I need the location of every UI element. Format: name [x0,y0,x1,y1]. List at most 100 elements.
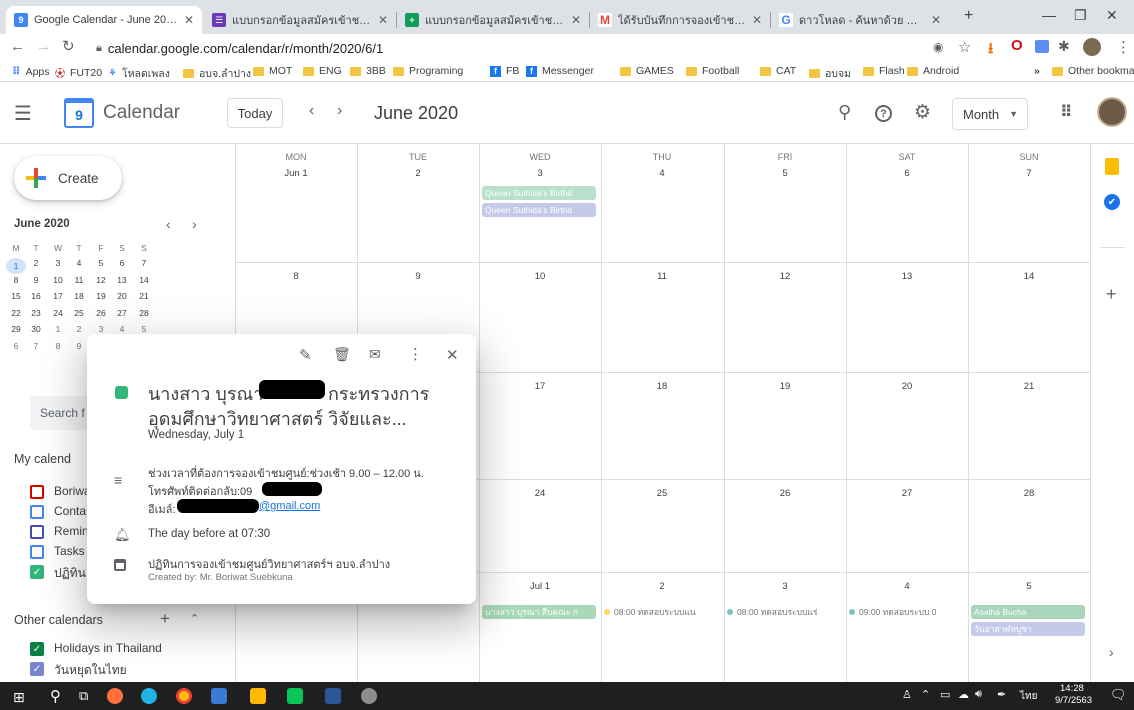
mini-chevron-left-icon[interactable]: ‹ [166,216,171,232]
tab-google-calendar[interactable]: 9 Google Calendar - June 2020 ✕ [6,6,202,34]
close-tab-icon[interactable]: ✕ [931,13,941,27]
close-tab-icon[interactable]: ✕ [184,13,194,27]
mini-calendar-day[interactable]: 28 [134,308,154,318]
word-icon[interactable] [325,688,341,704]
checkbox-checked-icon[interactable]: ✓ [30,565,44,579]
mini-calendar-day[interactable]: 21 [134,291,154,301]
checkbox-unchecked-icon[interactable] [30,525,44,539]
add-calendar-icon[interactable]: + [160,609,170,629]
mini-calendar-day[interactable]: 3 [48,258,68,268]
star-icon[interactable]: ☆ [958,38,971,56]
mini-calendar-day[interactable]: 23 [26,308,46,318]
mini-calendar-day[interactable]: 27 [112,308,132,318]
main-menu-icon[interactable]: ☰ [14,101,32,126]
day-number[interactable]: Jun 1 [235,168,357,179]
day-number[interactable]: 4 [601,168,723,179]
bookmark-folder[interactable]: Flash [863,65,905,77]
mini-calendar-day[interactable]: 1 [6,258,26,274]
mini-calendar-day[interactable]: 18 [69,291,89,301]
input-language[interactable]: ไทย [1020,689,1037,704]
mini-calendar-day[interactable]: 12 [91,275,111,285]
tab-gmail[interactable]: M ได้รับบันทึกการจองเข้าชมศูนย์วิทยาศาส … [590,6,770,34]
edit-pencil-icon[interactable]: ✎ [299,346,312,364]
opera-extension-icon[interactable]: O [1011,37,1023,54]
mini-calendar-day[interactable]: 6 [6,341,26,351]
day-number[interactable]: 3 [479,168,601,179]
checkbox-checked-icon[interactable]: ✓ [30,662,44,676]
address-bar[interactable]: 🔒︎ calendar.google.com/calendar/r/month/… [96,36,961,60]
mini-calendar-day[interactable]: 5 [134,324,154,334]
bookmark-folder[interactable]: 3BB [350,65,386,77]
minimize-icon[interactable]: — [1042,7,1056,23]
day-number[interactable]: 6 [846,168,968,179]
day-number[interactable]: 19 [724,381,846,392]
day-number[interactable]: 10 [479,271,601,282]
mini-calendar-day[interactable]: 7 [26,341,46,351]
mini-calendar-day[interactable]: 5 [91,258,111,268]
bookmark-folder[interactable]: Football [686,65,739,77]
mini-calendar-day[interactable]: 9 [69,341,89,351]
bookmark-apps[interactable]: ⠿ Apps [12,65,50,79]
bookmark-fut20[interactable]: ⚽︎ FUT20 [55,65,102,81]
event-chip[interactable]: วันอาสาฬหบูชา [971,622,1085,636]
people-icon[interactable]: ♙ [902,688,912,701]
chrome-icon[interactable] [176,688,192,704]
mini-calendar-day[interactable]: 10 [48,275,68,285]
bookmark-messenger[interactable]: f Messenger [526,65,594,77]
mini-calendar-day[interactable]: 8 [48,341,68,351]
get-addons-plus-icon[interactable]: + [1106,284,1117,305]
today-button[interactable]: Today [227,98,283,128]
edge-icon[interactable] [141,688,157,704]
email-link[interactable]: @gmail.com [259,500,320,512]
mini-calendar-day[interactable]: 2 [26,258,46,268]
day-number[interactable]: 14 [968,271,1090,282]
close-tab-icon[interactable]: ✕ [378,13,388,27]
back-arrow-icon[interactable]: ← [10,38,25,55]
expand-panel-icon[interactable]: › [1109,644,1114,660]
file-explorer-icon[interactable] [250,688,266,704]
taskbar-search-icon[interactable]: ⚲ [50,687,61,705]
search-icon[interactable]: ⚲ [838,102,851,123]
bookmark-folder[interactable]: ENG [303,65,342,77]
paint-icon[interactable] [361,688,377,704]
bookmark-other[interactable]: Other bookmarks [1052,65,1134,77]
bookmark-folder[interactable]: MOT [253,65,292,77]
tab-google-search[interactable]: G ดาวโหลด - ค้นหาด้วย Google ✕ [771,6,949,34]
mini-chevron-right-icon[interactable]: › [192,216,197,232]
mini-calendar-day[interactable]: 22 [6,308,26,318]
account-avatar[interactable] [1097,97,1127,127]
day-number[interactable]: 7 [968,168,1090,179]
my-calendars-title[interactable]: My calend [14,452,71,466]
close-tab-icon[interactable]: ✕ [571,13,581,27]
restore-icon[interactable]: ❐ [1074,7,1087,24]
forward-arrow-icon[interactable]: → [36,38,51,55]
day-number[interactable]: 5 [968,581,1090,592]
pen-icon[interactable]: ✒ [997,688,1006,701]
event-chip[interactable]: Asalha Bucha [971,605,1085,619]
firefox-icon[interactable] [107,688,123,704]
new-tab-button[interactable]: + [964,7,973,25]
mini-calendar-day[interactable]: 13 [112,275,132,285]
browser-menu-icon[interactable]: ⋮ [1116,38,1131,56]
day-number[interactable]: 3 [724,581,846,592]
day-number[interactable]: 5 [724,168,846,179]
mini-calendar-day[interactable]: 3 [91,324,111,334]
download-icon[interactable]: ⭳ [988,38,993,63]
checkbox-unchecked-icon[interactable] [30,545,44,559]
day-cell[interactable] [968,144,1090,262]
day-cell[interactable] [357,144,479,262]
profile-avatar[interactable] [1083,38,1101,56]
mini-calendar-day[interactable]: 1 [48,324,68,334]
more-options-icon[interactable]: ⋮ [408,345,423,363]
tab-form-1[interactable]: ☰ แบบกรอกข้อมูลสมัครเข้าชมศูนย์วิทยาศ ✕ [204,6,396,34]
bookmark-folder[interactable]: Android [907,65,959,77]
tasks-icon[interactable]: ✔ [1104,194,1120,210]
mini-calendar-day[interactable]: 24 [48,308,68,318]
mini-calendar-day[interactable]: 15 [6,291,26,301]
mini-calendar-day[interactable]: 17 [48,291,68,301]
mini-calendar-day[interactable]: 14 [134,275,154,285]
tray-chevron-icon[interactable]: ⌃ [921,688,930,701]
day-number[interactable]: 26 [724,488,846,499]
translate-extension-icon[interactable] [1035,40,1049,53]
day-number[interactable]: 4 [846,581,968,592]
